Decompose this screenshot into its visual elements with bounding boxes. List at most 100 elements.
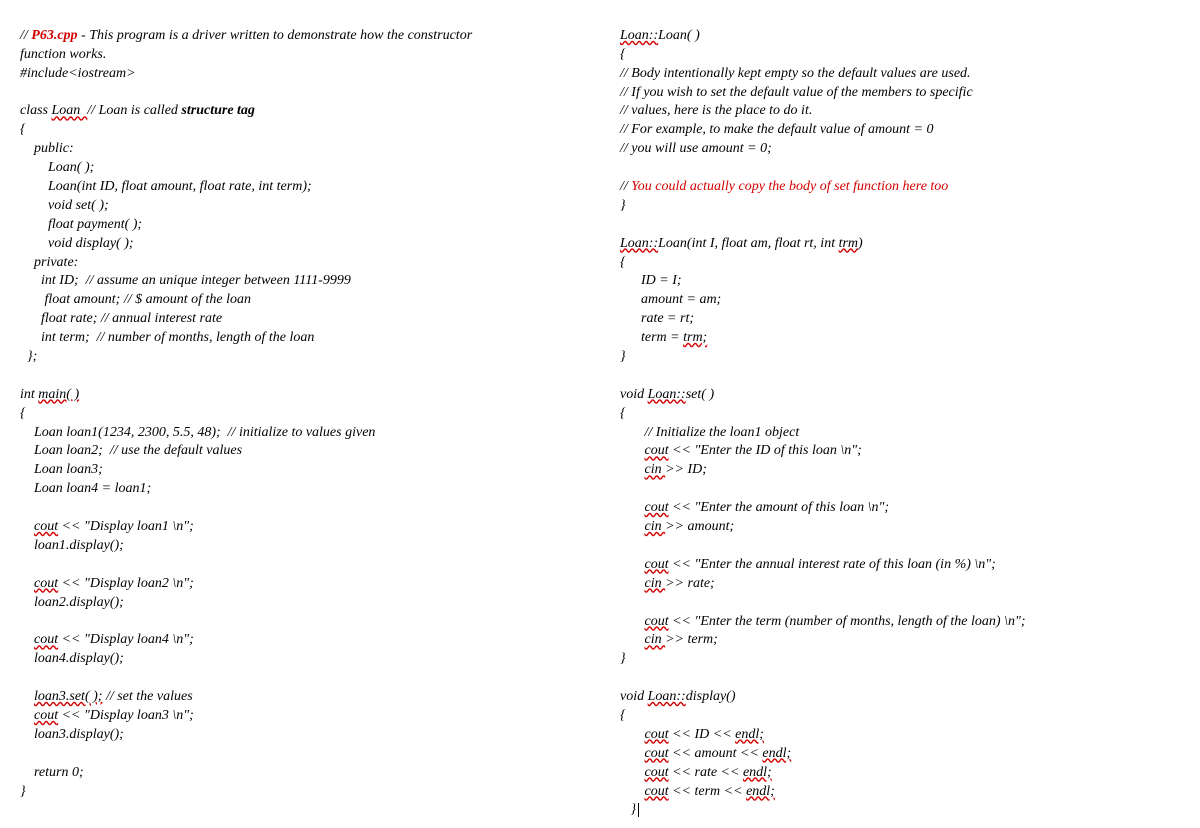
underlined-text: cin [645, 462, 666, 477]
code-text: function works. [20, 47, 106, 62]
code-text: { [620, 406, 626, 421]
code-text: Loan loan1(1234, 2300, 5.5, 48); // init… [20, 425, 375, 440]
code-text [620, 784, 645, 799]
underlined-text: cout [645, 784, 669, 799]
underlined-text: loan3.set( ); [34, 689, 102, 704]
code-text: << "Enter the term (number of months, le… [669, 614, 1026, 629]
code-text: int [20, 387, 38, 402]
bold-text: structure tag [181, 103, 255, 118]
code-text: << "Enter the ID of this loan \n"; [669, 443, 862, 458]
code-text: void display( ); [20, 236, 134, 251]
underlined-text: Loan:: [648, 689, 686, 704]
code-document: // P63.cpp - This program is a driver wr… [20, 8, 1180, 820]
code-text: // If you wish to set the default value … [620, 85, 973, 100]
underlined-text: cout [34, 632, 58, 647]
code-text: // [20, 28, 31, 43]
code-text: return 0; [20, 765, 84, 780]
code-text [620, 765, 645, 780]
code-text: float payment( ); [20, 217, 142, 232]
code-text: loan2.display(); [20, 595, 124, 610]
code-text [620, 632, 645, 647]
code-text: // Initialize the loan1 object [620, 425, 799, 440]
underlined-text: cout [645, 746, 669, 761]
right-column: Loan::Loan( ) { // Body intentionally ke… [620, 8, 1180, 820]
code-text: // For example, to make the default valu… [620, 122, 934, 137]
code-text: Loan loan2; // use the default values [20, 443, 242, 458]
code-text [620, 519, 645, 534]
code-text [620, 614, 645, 629]
underlined-text: cin [645, 576, 666, 591]
code-text [620, 500, 645, 515]
code-text: { [620, 708, 626, 723]
code-text: // values, here is the place to do it. [620, 103, 812, 118]
code-text: { [620, 255, 626, 270]
code-text: Loan(int ID, float amount, float rate, i… [20, 179, 312, 194]
code-text: #include<iostream> [20, 66, 136, 81]
underlined-text: cin [645, 632, 666, 647]
code-text: << ID << [669, 727, 736, 742]
code-text [620, 557, 645, 572]
underlined-text: trm; [683, 330, 707, 345]
code-text: << "Display loan2 \n"; [58, 576, 194, 591]
underlined-text: cin [645, 519, 666, 534]
code-text: int term; // number of months, length of… [20, 330, 314, 345]
red-comment: You could actually copy the body of set … [631, 179, 948, 194]
code-text [20, 519, 34, 534]
code-text: << "Display loan4 \n"; [58, 632, 194, 647]
code-text: Loan( ) [658, 28, 700, 43]
code-text: - This program is a driver written to de… [78, 28, 473, 43]
code-text [20, 689, 34, 704]
code-text: } [620, 651, 626, 666]
code-text: void [620, 689, 648, 704]
underlined-text: endl; [746, 784, 775, 799]
underlined-text: cout [645, 500, 669, 515]
text-cursor: } [620, 802, 639, 817]
code-text [620, 443, 645, 458]
code-text: loan4.display(); [20, 651, 124, 666]
code-text: loan1.display(); [20, 538, 124, 553]
underlined-text: cout [34, 519, 58, 534]
code-text: << amount << [669, 746, 763, 761]
code-text [20, 576, 34, 591]
underlined-text: Loan:: [648, 387, 686, 402]
left-column: // P63.cpp - This program is a driver wr… [20, 8, 580, 820]
code-text: << "Enter the annual interest rate of th… [669, 557, 996, 572]
code-text: void set( ); [20, 198, 109, 213]
code-text: } [620, 198, 626, 213]
underlined-text: cout [645, 614, 669, 629]
code-text: public: [20, 141, 74, 156]
underlined-text: Loan:: [620, 236, 658, 251]
underlined-text: cout [645, 727, 669, 742]
code-text: Loan(int I, float am, float rt, int [658, 236, 838, 251]
code-text [20, 708, 34, 723]
code-text: // set the values [102, 689, 192, 704]
code-text [620, 746, 645, 761]
code-text [620, 576, 645, 591]
underlined-text: cout [645, 765, 669, 780]
code-text: Loan loan4 = loan1; [20, 481, 151, 496]
code-text: } [20, 784, 26, 799]
underlined-text: main( ) [38, 387, 79, 402]
code-text: >> amount; [665, 519, 734, 534]
underlined-text: endl; [735, 727, 764, 742]
code-text: class [20, 103, 52, 118]
code-text: loan3.display(); [20, 727, 124, 742]
code-text: // Loan is called [87, 103, 181, 118]
underlined-text: cout [645, 557, 669, 572]
code-text: set( ) [686, 387, 714, 402]
code-text: >> term; [665, 632, 718, 647]
code-text: term = [620, 330, 683, 345]
code-text: >> rate; [665, 576, 715, 591]
code-text: { [20, 406, 26, 421]
code-text: { [20, 122, 26, 137]
code-text [620, 462, 645, 477]
code-text: display() [686, 689, 736, 704]
code-text: Loan( ); [20, 160, 94, 175]
code-text: amount = am; [620, 292, 721, 307]
code-text: { [620, 47, 626, 62]
code-text: } [620, 349, 626, 364]
underlined-text: Loan:: [620, 28, 658, 43]
code-text: // [620, 179, 631, 194]
code-text: rate = rt; [620, 311, 694, 326]
underlined-text: endl; [743, 765, 772, 780]
